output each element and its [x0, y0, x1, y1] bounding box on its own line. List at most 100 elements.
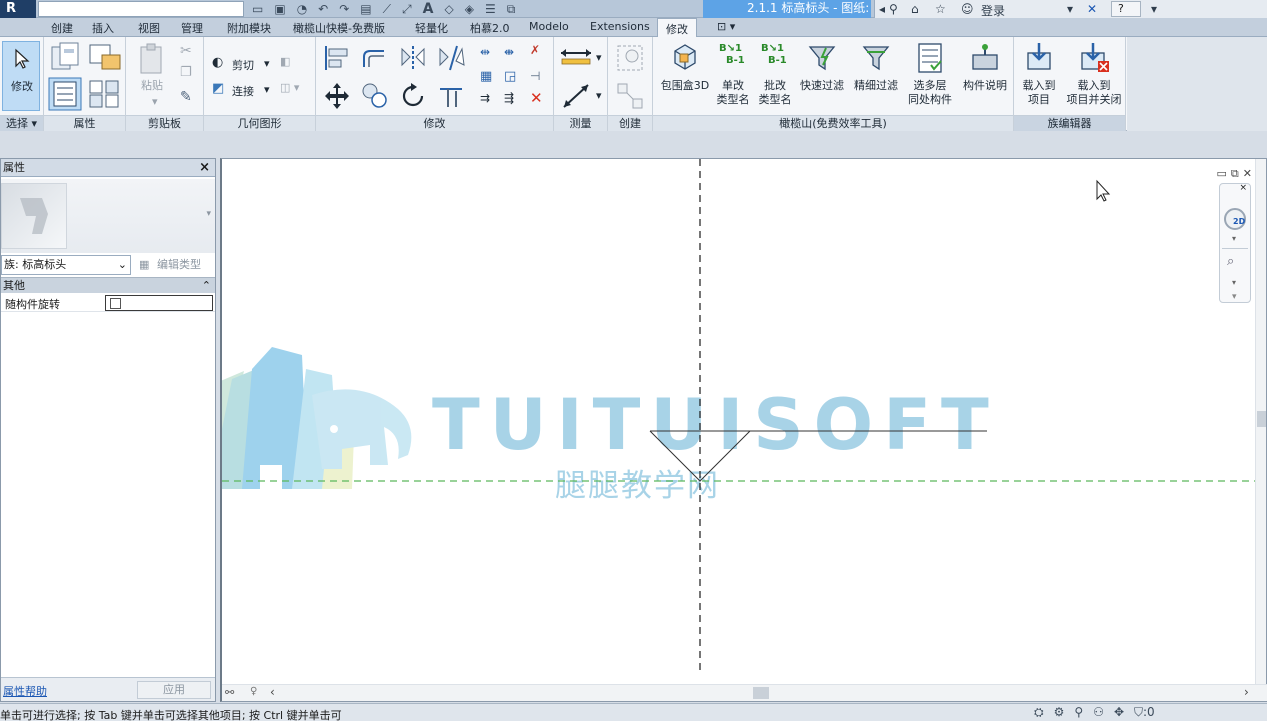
properties-icon[interactable] [48, 77, 82, 111]
chevron-down-icon[interactable]: ▾ [1232, 278, 1236, 287]
tab-view[interactable]: 视图 [138, 20, 160, 36]
close-icon[interactable]: ✕ [1243, 167, 1252, 181]
cut-geometry-icon[interactable]: ◐ [212, 55, 223, 70]
user-icon[interactable]: ☺ [961, 2, 974, 16]
create-group-icon[interactable] [615, 43, 645, 73]
chevron-down-icon[interactable]: ▾ [264, 83, 270, 96]
chevron-down-icon[interactable]: ▾ [1232, 234, 1236, 243]
measure-icon[interactable]: ⟋ [383, 2, 391, 17]
chevron-down-icon[interactable]: ▾ [596, 89, 602, 102]
select-links-icon[interactable]: ⛭ [1034, 705, 1044, 720]
select-pinned-icon[interactable]: ⚲ [1074, 705, 1083, 720]
cut-geometry-button[interactable]: 剪切 [232, 57, 254, 73]
minimize-icon[interactable]: ▭ [1217, 167, 1227, 181]
tab-extensions[interactable]: Extensions [590, 20, 650, 33]
uncut-icon[interactable]: ◧ [280, 55, 290, 68]
zoom-region-icon[interactable]: ⌕ [1227, 254, 1234, 269]
tab-insert[interactable]: 插入 [92, 20, 114, 36]
ribbon-options-icon[interactable]: ⊡ ▾ [717, 20, 735, 33]
login-label[interactable]: 登录 [981, 2, 1005, 19]
steering-wheel-button[interactable]: 2D [1224, 208, 1246, 230]
properties-help-link[interactable]: 属性帮助 [3, 683, 47, 699]
bounding-box-3d-button[interactable]: 包围盒3D [655, 39, 715, 111]
visual-style-icon[interactable]: ⚯ [225, 686, 234, 699]
binoculars-icon[interactable]: ⚲ [889, 2, 898, 16]
select-underlay-icon[interactable]: ⚙ [1054, 705, 1065, 720]
modify-button[interactable]: 修改 [2, 41, 40, 111]
dimension-icon[interactable]: ⤢ [402, 2, 412, 17]
measure-distance-icon[interactable] [558, 47, 594, 67]
help-button[interactable]: ? [1111, 1, 1141, 17]
scroll-right-icon[interactable]: › [1244, 685, 1249, 699]
mirror-axis-icon[interactable] [398, 43, 428, 73]
delete-icon[interactable]: ✕ [530, 89, 543, 107]
align-icon[interactable] [322, 43, 352, 73]
tab-modify[interactable]: 修改 [657, 18, 697, 38]
load-into-project-close-button[interactable]: 载入到 项目并关闭 [1064, 39, 1124, 111]
text-icon[interactable]: A [423, 1, 434, 17]
tab-create[interactable]: 创建 [51, 20, 73, 36]
rotate-icon[interactable] [398, 81, 428, 111]
family-category-icon[interactable] [88, 41, 122, 73]
open-icon[interactable]: ▭ [252, 2, 263, 16]
move-icon[interactable] [322, 81, 352, 111]
subscription-icon[interactable]: ⌂ [911, 2, 919, 16]
tab-addins[interactable]: 附加模块 [227, 20, 271, 36]
save-icon[interactable]: ▣ [274, 2, 285, 16]
batch-rename-type-button[interactable]: B↘1 B-1 批改 类型名 [755, 39, 795, 111]
customize-icon[interactable]: ▾ [1232, 292, 1237, 302]
paste-icon[interactable] [138, 43, 166, 75]
fine-filter-button[interactable]: 精细过滤 [849, 39, 903, 111]
edit-type-button[interactable]: ▦ 编辑类型 [135, 255, 213, 275]
join-geometry-button[interactable]: 连接 [232, 83, 254, 99]
favorites-icon[interactable]: ☆ [935, 2, 946, 16]
split-gap-icon[interactable]: ⇼ [504, 45, 514, 59]
split-element-icon[interactable]: ⇹ [480, 45, 490, 59]
redo-icon[interactable]: ↷ [339, 2, 349, 16]
select-by-face-icon[interactable]: ⚇ [1093, 705, 1104, 720]
copy-element-icon[interactable] [360, 81, 390, 111]
create-similar-icon[interactable] [615, 81, 645, 111]
component-description-button[interactable]: 构件说明 [957, 39, 1013, 111]
type-selector[interactable]: ▾ [1, 179, 215, 253]
apply-button[interactable]: 应用 [137, 681, 211, 699]
load-into-project-button[interactable]: 载入到 项目 [1016, 39, 1062, 111]
match-properties-icon[interactable]: ✎ [180, 89, 192, 105]
trim-extend-icon[interactable] [436, 81, 466, 111]
switch-windows-icon[interactable]: ⧉ [507, 2, 516, 17]
mirror-draw-icon[interactable] [436, 43, 466, 73]
tab-olive-mountain[interactable]: 橄榄山快模-免费版 [293, 20, 385, 36]
tab-manage[interactable]: 管理 [181, 20, 203, 36]
join-geometry-icon[interactable]: ◩ [212, 81, 224, 96]
expand-icon[interactable]: ◂ [879, 2, 885, 16]
tab-modelo[interactable]: Modelo [529, 20, 569, 33]
tab-bimmu[interactable]: 柏慕2.0 [470, 20, 510, 36]
close-icon[interactable]: × [1239, 183, 1247, 193]
tab-lightweight[interactable]: 轻量化 [415, 20, 448, 36]
scroll-left-icon[interactable]: ‹ [270, 685, 275, 699]
unpin-icon[interactable]: ✗ [530, 43, 540, 57]
param-group-other[interactable]: 其他 ⌃ [1, 277, 215, 293]
close-icon[interactable]: × [199, 159, 210, 177]
exchange-icon[interactable]: ✕ [1087, 2, 1097, 16]
sync-icon[interactable]: ◔ [297, 2, 307, 16]
chevron-down-icon[interactable]: ▾ [596, 51, 602, 64]
select-multilevel-button[interactable]: 选多层 同处构件 [903, 39, 957, 111]
restore-icon[interactable]: ⧉ [1231, 167, 1239, 181]
family-types-icon[interactable] [50, 41, 82, 73]
vertical-scroll-thumb[interactable] [1257, 411, 1266, 427]
array-icon[interactable]: ▦ [480, 69, 492, 84]
drag-on-selection-icon[interactable]: ✥ [1114, 705, 1124, 720]
section-icon[interactable]: ◈ [465, 2, 474, 16]
vertical-scrollbar[interactable] [1255, 159, 1266, 685]
undo-icon[interactable]: ↶ [318, 2, 328, 16]
chevron-down-icon[interactable]: ▾ [264, 57, 270, 70]
rotate-with-component-checkbox[interactable] [110, 298, 121, 309]
param-value-cell[interactable] [105, 295, 213, 311]
trim-single-icon[interactable]: ⇉ [480, 91, 490, 105]
split-face-icon[interactable]: ◫ ▾ [280, 81, 299, 94]
quick-access-field[interactable] [38, 1, 244, 17]
cut-clip-icon[interactable]: ✂ [180, 43, 192, 59]
filter-icon[interactable]: ⛉:0 [1134, 705, 1155, 720]
application-menu-button[interactable]: R [0, 0, 36, 18]
